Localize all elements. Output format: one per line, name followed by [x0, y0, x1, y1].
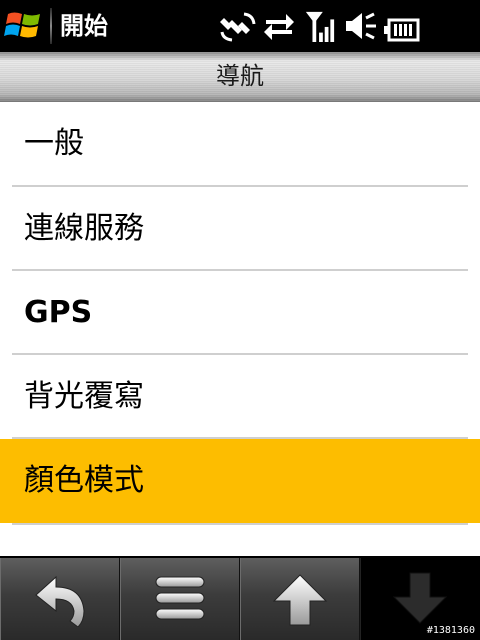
start-button[interactable]: 開始 — [0, 0, 112, 52]
menu-item-label: 連線服務 — [24, 211, 144, 246]
windows-logo-icon — [4, 12, 40, 38]
divider — [12, 523, 468, 525]
watermark: #1381360 — [426, 625, 475, 636]
status-bar: 開始 — [0, 0, 480, 52]
menu-item-connection-services[interactable]: 連線服務 — [0, 187, 480, 271]
page-title: 導航 — [216, 62, 264, 90]
menu-item-color-mode[interactable]: 顏色模式 — [0, 439, 480, 523]
screen: 開始 導航 一般 連線服務 GPS 背光覆寫 顏色模式 #1381360 — [0, 0, 480, 640]
scroll-down-button[interactable]: #1381360 — [360, 558, 480, 640]
menu-item-label: 顏色模式 — [24, 463, 144, 498]
menu-item-label: 一般 — [24, 126, 84, 161]
signal-strength-icon[interactable] — [303, 10, 337, 42]
back-button[interactable] — [0, 558, 120, 640]
menu-icon — [155, 576, 205, 620]
menu-list: 一般 連線服務 GPS 背光覆寫 顏色模式 — [0, 102, 480, 556]
bottom-toolbar: #1381360 — [0, 556, 480, 640]
menu-item-label: GPS — [24, 295, 93, 330]
satellite-icon[interactable] — [220, 10, 258, 42]
volume-icon[interactable] — [344, 10, 378, 42]
menu-item-gps[interactable]: GPS — [0, 271, 480, 355]
title-bar: 導航 — [0, 52, 480, 102]
back-icon — [35, 575, 85, 627]
arrow-up-icon — [272, 574, 328, 626]
data-transfer-icon[interactable] — [262, 10, 296, 42]
menu-item-general[interactable]: 一般 — [0, 102, 480, 186]
menu-item-backlight-override[interactable]: 背光覆寫 — [0, 355, 480, 439]
scroll-up-button[interactable] — [240, 558, 360, 640]
menu-button[interactable] — [120, 558, 240, 640]
arrow-down-icon — [392, 572, 448, 624]
battery-icon[interactable] — [384, 14, 420, 46]
menu-item-label: 背光覆寫 — [24, 379, 144, 414]
start-divider — [50, 8, 52, 44]
start-label: 開始 — [60, 12, 108, 40]
